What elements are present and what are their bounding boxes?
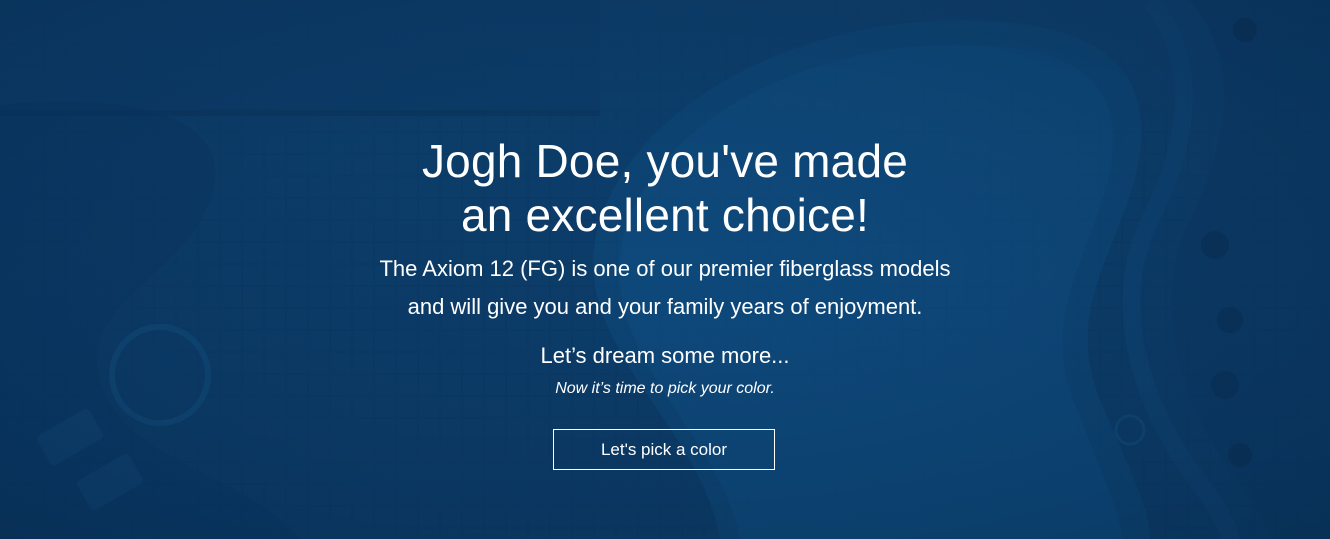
headline-line-2: an excellent choice! [460,189,870,241]
description-line-2: and will give you and your family years … [407,294,923,319]
headline-line-1: Jogh Doe, you've made [421,135,909,187]
page-title: Jogh Doe, you've made an excellent choic… [0,134,1330,242]
pick-color-button[interactable]: Let's pick a color [553,429,775,470]
model-description: The Axiom 12 (FG) is one of our premier … [0,250,1330,326]
dream-heading: Let’s dream some more... [540,343,790,368]
hero-content: Jogh Doe, you've made an excellent choic… [0,0,1330,539]
hero-banner: Jogh Doe, you've made an excellent choic… [0,0,1330,539]
description-line-1: The Axiom 12 (FG) is one of our premier … [379,256,951,281]
pick-color-note: Now it’s time to pick your color. [555,380,775,397]
